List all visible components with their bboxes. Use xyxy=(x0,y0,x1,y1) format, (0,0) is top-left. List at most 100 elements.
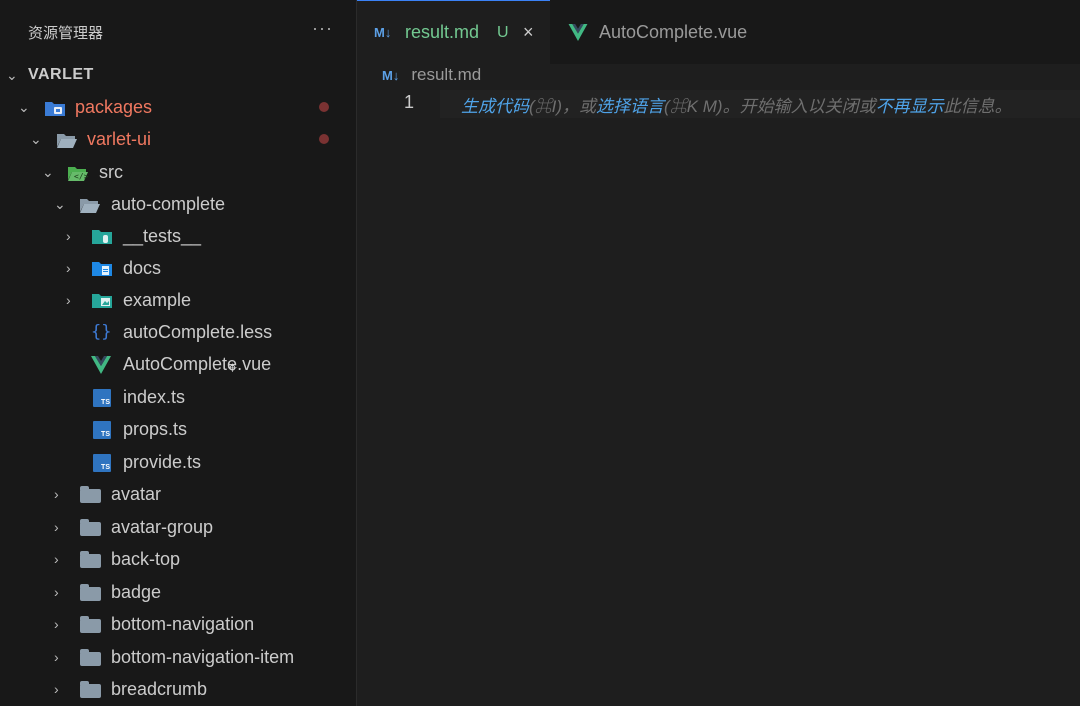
tree-root-varlet[interactable]: ⌄ VARLET xyxy=(0,59,356,91)
tree-label: bottom-navigation-item xyxy=(111,646,295,667)
tree-label: props.ts xyxy=(123,418,188,439)
tree-item-breadcrumb[interactable]: › breadcrumb xyxy=(0,673,356,705)
chevron-down-icon: ⌄ xyxy=(42,164,54,180)
chevron-down-icon: ⌄ xyxy=(18,99,30,115)
chevron-right-icon: › xyxy=(54,519,59,535)
tree-label: AutoComplete.vue xyxy=(123,353,272,374)
folder-icon xyxy=(80,616,101,633)
markdown-icon: M↓ xyxy=(382,67,400,83)
explorer-title: 资源管理器 xyxy=(28,25,104,42)
chevron-right-icon: › xyxy=(54,584,59,600)
untracked-status-badge: U xyxy=(497,23,509,41)
chevron-right-icon: › xyxy=(54,649,59,665)
tab-label: AutoComplete.vue xyxy=(599,21,748,42)
tree-item-vue-file[interactable]: AutoComplete.vue xyxy=(0,348,356,380)
folder-icon xyxy=(80,649,101,666)
chevron-right-icon: › xyxy=(54,616,59,632)
hint-text: 此信息。 xyxy=(943,97,1012,116)
root-label: VARLET xyxy=(28,66,94,83)
tree-label: bottom-navigation xyxy=(111,613,255,634)
tree-item-props-ts[interactable]: TS props.ts xyxy=(0,413,356,445)
tree-item-bottom-navigation[interactable]: › bottom-navigation xyxy=(0,608,356,640)
ts-file-icon: TS xyxy=(93,389,111,407)
tree-item-badge[interactable]: › badge xyxy=(0,576,356,608)
select-language-link[interactable]: 选择语言 xyxy=(596,97,664,116)
vue-file-icon xyxy=(91,356,113,374)
tree-label: breadcrumb xyxy=(111,678,208,699)
example-folder-icon xyxy=(91,291,113,309)
tree-item-varlet-ui[interactable]: ⌄ varlet-ui xyxy=(0,123,356,155)
folder-icon xyxy=(80,681,101,698)
less-file-icon: {} xyxy=(91,322,112,342)
tree-label: example xyxy=(123,289,192,310)
tree-item-avatar[interactable]: › avatar xyxy=(0,478,356,510)
hint-text: (⌘I)，或 xyxy=(529,97,597,116)
folder-open-icon xyxy=(56,131,78,149)
breadcrumb[interactable]: M↓ result.md xyxy=(382,64,481,86)
chevron-right-icon: › xyxy=(66,292,71,308)
tree-label: autoComplete.less xyxy=(123,321,273,342)
tab-autocomplete-vue[interactable]: AutoComplete.vue xyxy=(550,0,780,64)
tree-label: avatar-group xyxy=(111,516,214,537)
tree-item-example[interactable]: › example xyxy=(0,284,356,316)
tree-item-tests[interactable]: › __tests__ xyxy=(0,220,356,252)
folder-icon xyxy=(80,519,101,536)
tree-label: __tests__ xyxy=(123,225,202,246)
explorer-sidebar: 资源管理器 ··· ⌄ VARLET ⌄ packages ⌄ varlet-u… xyxy=(0,0,357,706)
tree-item-src[interactable]: ⌄ </> src xyxy=(0,156,356,188)
hint-text: (⌘K M)。开始输入以关闭或 xyxy=(664,97,876,116)
dont-show-again-link[interactable]: 不再显示 xyxy=(876,97,944,116)
more-actions-icon[interactable]: ··· xyxy=(312,18,333,39)
tree-item-auto-complete[interactable]: ⌄ auto-complete xyxy=(0,188,356,220)
tree-label: varlet-ui xyxy=(87,128,152,149)
tab-label: result.md xyxy=(405,22,480,42)
explorer-header: 资源管理器 ··· xyxy=(0,0,356,64)
docs-folder-icon xyxy=(91,259,113,277)
mouse-cursor-icon: ⌖ xyxy=(228,360,238,377)
modified-dot-icon xyxy=(319,134,329,144)
tree-item-bottom-navigation-item[interactable]: › bottom-navigation-item xyxy=(0,641,356,673)
tree-item-index-ts[interactable]: TS index.ts xyxy=(0,381,356,413)
editor-tab-bar: M↓ result.md U × AutoComplete.vue xyxy=(357,0,1080,64)
packages-folder-icon xyxy=(44,99,66,117)
tree-label: packages xyxy=(75,96,153,117)
tree-item-less-file[interactable]: {} autoComplete.less xyxy=(0,316,356,348)
folder-icon xyxy=(80,584,101,601)
chevron-right-icon: › xyxy=(66,260,71,276)
tree-item-docs[interactable]: › docs xyxy=(0,252,356,284)
svg-text:</>: </> xyxy=(74,172,89,181)
chevron-right-icon: › xyxy=(66,228,71,244)
generate-code-link[interactable]: 生成代码 xyxy=(461,97,529,116)
tree-label: docs xyxy=(123,257,162,278)
ts-file-icon: TS xyxy=(93,421,111,439)
tree-item-back-top[interactable]: › back-top xyxy=(0,543,356,575)
line-number: 1 xyxy=(404,92,415,112)
markdown-icon: M↓ xyxy=(374,25,392,40)
tree-label: auto-complete xyxy=(111,193,226,214)
chevron-right-icon: › xyxy=(54,551,59,567)
tree-label: index.ts xyxy=(123,386,186,407)
folder-open-icon xyxy=(79,196,101,214)
chevron-down-icon: ⌄ xyxy=(6,67,18,83)
tree-label: back-top xyxy=(111,548,181,569)
tab-result-md[interactable]: M↓ result.md U × xyxy=(357,0,550,64)
tree-item-provide-ts[interactable]: TS provide.ts xyxy=(0,446,356,478)
tree-item-avatar-group[interactable]: › avatar-group xyxy=(0,511,356,543)
tree-label: avatar xyxy=(111,483,162,504)
vue-file-icon xyxy=(568,24,588,46)
chevron-right-icon: › xyxy=(54,486,59,502)
chevron-down-icon: ⌄ xyxy=(30,131,42,147)
tree-label: provide.ts xyxy=(123,451,202,472)
tree-item-packages[interactable]: ⌄ packages xyxy=(0,91,356,123)
folder-icon xyxy=(80,551,101,568)
tree-label: badge xyxy=(111,581,162,602)
modified-dot-icon xyxy=(319,102,329,112)
src-folder-icon: </> xyxy=(67,164,89,182)
close-icon[interactable]: × xyxy=(523,22,534,43)
tests-folder-icon xyxy=(91,227,113,245)
editor-placeholder-hint: 生成代码(⌘I)，或选择语言(⌘K M)。开始输入以关闭或不再显示此信息。 xyxy=(461,92,1012,117)
tree-label: src xyxy=(99,161,123,182)
chevron-right-icon: › xyxy=(54,681,59,697)
breadcrumb-file: result.md xyxy=(411,65,482,84)
ts-file-icon: TS xyxy=(93,454,111,472)
